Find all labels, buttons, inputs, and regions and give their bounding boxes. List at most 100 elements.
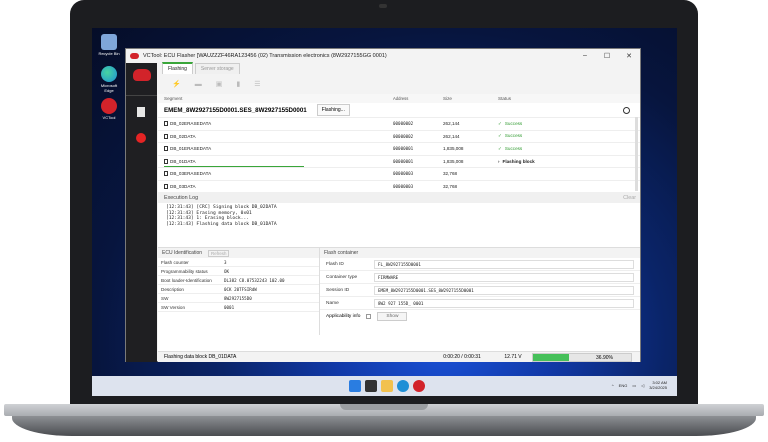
segment-row[interactable]: DB_01ERASEDATA 00000001 1,835,008 ✓ Success — [158, 142, 640, 155]
chevron-up-icon[interactable]: ^ — [612, 383, 614, 388]
status-text: Flashing data block DB_01DATA — [164, 354, 237, 360]
fc-value-field[interactable]: 8W2 927 155D_ 0001 — [374, 298, 634, 308]
fc-key: Flash ID — [326, 261, 344, 267]
tab-flashing[interactable]: Flashing — [162, 62, 193, 74]
file-icon — [164, 146, 168, 152]
history-clock-icon[interactable] — [623, 106, 630, 114]
col-address: Address — [393, 96, 409, 101]
container-name: EMEM_8W2927155D0001.SES_8W2927155D0001 — [164, 106, 307, 114]
flash-container-rows: Flash ID FL_8W2927155D0001 Container type F… — [320, 258, 640, 310]
desktop-icon-vctool[interactable]: VCTool — [96, 98, 122, 120]
flash-icon[interactable]: ⚡ — [172, 80, 181, 88]
sidebar-divider — [126, 95, 157, 96]
segment-row[interactable]: DB_03DATA 00000003 32,768 — [158, 179, 640, 193]
applicability-label: Applicability info — [326, 314, 361, 319]
language-indicator[interactable]: ENG — [619, 383, 628, 388]
base-bottom — [12, 416, 756, 436]
segment-cell: DB_01DATA — [158, 158, 393, 164]
file-explorer-icon[interactable] — [381, 380, 393, 392]
size-cell: 1,835,008 — [443, 146, 464, 152]
edge-icon — [101, 66, 117, 82]
battery-voltage: 12.71 V — [504, 354, 522, 360]
state-chip: Flashing... — [316, 104, 350, 116]
status-cell: ✓ Success — [498, 146, 578, 152]
applicability-checkbox[interactable] — [366, 314, 372, 319]
document-icon[interactable] — [137, 107, 145, 117]
tab-server-storage[interactable]: Server storage — [194, 63, 240, 74]
delete-icon[interactable]: ▮ — [236, 80, 240, 88]
segment-name: DB_03ERASEDATA — [170, 171, 212, 177]
desktop-icon-recycle-bin[interactable]: Recycle Bin — [96, 34, 122, 56]
system-clock[interactable]: 3:02 AM 3/24/2025 — [649, 380, 667, 390]
execution-log[interactable]: [12:31:43] [CRC] Signing block DB_02DATA… — [158, 203, 640, 247]
file-icon — [164, 171, 168, 177]
ecu-row: Programmability status OK — [158, 267, 319, 276]
address-cell: 00000002 — [393, 121, 414, 127]
vctool-taskbar-icon[interactable] — [413, 380, 425, 392]
fc-value-field[interactable]: EMEM_8W2927155D0001.SES_8W2927155D0001 — [374, 285, 634, 295]
laptop-base — [4, 404, 764, 436]
maximize-button[interactable]: ☐ — [596, 52, 618, 60]
segment-name: DB_01ERASEDATA — [170, 146, 212, 152]
segment-row[interactable]: DB_03ERASEDATA 00000003 32,768 — [158, 167, 640, 180]
size-cell: 32,768 — [443, 183, 458, 189]
search-icon[interactable] — [365, 380, 377, 392]
desktop-icon-label: Microsoft Edge — [100, 83, 118, 93]
refresh-button[interactable]: Refresh — [208, 249, 230, 257]
screen: Recycle Bin Microsoft Edge VCTool VCTool… — [92, 28, 677, 396]
folder-icon[interactable]: ▬ — [195, 81, 202, 88]
log-header: Execution Log Clear — [158, 192, 640, 203]
segment-cell: DB_01ERASEDATA — [158, 146, 393, 152]
segment-row[interactable]: DB_01DATA 00000001 1,835,008 › Flashing bloc… — [158, 154, 640, 167]
start-icon[interactable] — [349, 380, 361, 392]
ecu-value: 3 — [224, 259, 227, 265]
file-icon — [164, 183, 168, 189]
clear-log-button[interactable]: Clear — [623, 195, 636, 201]
size-cell: 262,144 — [443, 121, 460, 127]
applicability-row: Applicability info Show — [320, 310, 640, 323]
system-tray: ^ ENG ▭ ◁ 3:02 AM 3/24/2025 — [612, 380, 667, 390]
file-icon — [164, 121, 168, 127]
chevron-right-icon: › — [498, 158, 500, 164]
address-cell: 00000003 — [393, 183, 414, 189]
segment-cell: DB_02ERASEDATA — [158, 121, 393, 127]
list-icon[interactable]: ☰ — [254, 80, 260, 88]
flash-container-title: Flash container — [324, 250, 359, 256]
flash-progress-bar: 36.90% — [532, 352, 632, 362]
ecu-panel-header: ECU Identification Refresh — [158, 248, 319, 258]
volume-icon[interactable]: ◁ — [641, 383, 644, 388]
fc-value-field[interactable]: FL_8W2927155D0001 — [374, 259, 634, 269]
save-icon[interactable]: ▣ — [216, 80, 223, 88]
flash-container-row: Flash ID FL_8W2927155D0001 — [320, 258, 640, 271]
status-cell: ✓ Success — [498, 133, 578, 139]
status-label: Success — [504, 133, 523, 139]
segment-cell: DB_03ERASEDATA — [158, 171, 393, 177]
fc-key: Session ID — [326, 287, 350, 293]
segment-row[interactable]: DB_02ERASEDATA 00000002 262,144 ✓ Success — [158, 117, 640, 130]
file-icon — [164, 158, 168, 164]
show-button[interactable]: Show — [377, 312, 408, 321]
edge-taskbar-icon[interactable] — [397, 380, 409, 392]
segment-name: DB_03DATA — [170, 183, 196, 189]
ecu-value: OK — [224, 268, 230, 274]
fc-value-field[interactable]: FIRMWARE — [374, 272, 634, 282]
segment-row[interactable]: DB_02DATA 00000002 262,144 ✓ Success — [158, 129, 640, 143]
size-cell: 1,835,008 — [443, 158, 464, 164]
progress-fill — [533, 353, 570, 361]
address-cell: 00000001 — [393, 158, 414, 164]
status-label: Success — [504, 120, 523, 126]
segment-cell: DB_03DATA — [158, 183, 393, 189]
stop-icon[interactable] — [136, 133, 146, 143]
network-icon[interactable]: ▭ — [632, 383, 636, 388]
close-button[interactable]: ✕ — [618, 52, 640, 60]
taskbar-apps — [349, 380, 425, 392]
minimize-button[interactable]: – — [574, 52, 596, 60]
segment-scrollbar[interactable] — [635, 117, 638, 191]
ecu-value: DL382 C8.07532243 102.00 — [224, 277, 285, 283]
log-line: [12:31:43] Flashing data block DB_01DATA — [166, 221, 277, 227]
car-logo-icon[interactable] — [133, 69, 151, 81]
desktop-icon-label: Recycle Bin — [98, 51, 120, 56]
desktop-icon-edge[interactable]: Microsoft Edge — [96, 66, 122, 93]
ecu-row: Boot loader-Identification DL382 C8.07532… — [158, 276, 319, 285]
segment-table-header: Segment Address Size Status — [158, 94, 640, 103]
